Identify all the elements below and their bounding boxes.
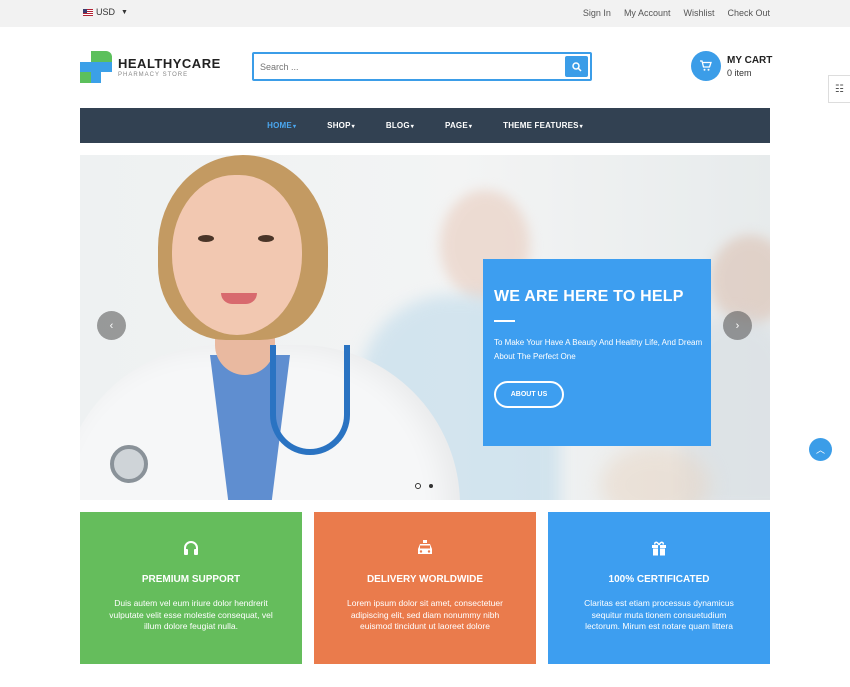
headphones-icon bbox=[184, 541, 198, 555]
search-input[interactable] bbox=[260, 59, 560, 75]
nav-label: SHOP bbox=[327, 121, 351, 130]
check-out-link[interactable]: Check Out bbox=[727, 8, 770, 18]
caret-down-icon: ▾ bbox=[410, 124, 414, 130]
cart-icon bbox=[700, 60, 712, 71]
sliders-icon: ☷ bbox=[835, 83, 844, 95]
chevron-right-icon: › bbox=[735, 319, 740, 332]
nav-item-home[interactable]: HOME▾ bbox=[267, 121, 296, 130]
feature-text: Claritas est etiam processus dynamicus s… bbox=[584, 598, 734, 631]
cart-title[interactable]: MY CART bbox=[727, 55, 772, 66]
logo-tagline: PHARMACY STORE bbox=[118, 71, 189, 78]
main-nav: HOME▾ SHOP▾ BLOG▾ PAGE▾ THEME FEATURES▾ bbox=[80, 108, 770, 143]
taxi-icon bbox=[418, 540, 432, 554]
feature-delivery-worldwide: DELIVERY WORLDWIDE Lorem ipsum dolor sit… bbox=[314, 512, 536, 664]
settings-side-tab[interactable]: ☷ bbox=[828, 75, 850, 103]
caret-down-icon: ▾ bbox=[468, 124, 473, 130]
cart-count: 0 item bbox=[727, 68, 752, 78]
gift-icon bbox=[652, 541, 666, 556]
hero-slider: WE ARE HERE TO HELP To Make Your Have A … bbox=[80, 155, 770, 500]
top-bar: USD ▼ Sign In My Account Wishlist Check … bbox=[0, 0, 850, 27]
logo-name: HEALTHYCARE bbox=[118, 55, 221, 71]
slider-next-button[interactable]: › bbox=[723, 311, 752, 340]
feature-certificated: 100% CERTIFICATED Claritas est etiam pro… bbox=[548, 512, 770, 664]
us-flag-icon bbox=[83, 8, 93, 16]
nav-label: BLOG bbox=[385, 121, 410, 130]
top-links: Sign In My Account Wishlist Check Out bbox=[583, 8, 770, 18]
caret-down-icon: ▼ bbox=[121, 8, 128, 16]
search-button[interactable] bbox=[565, 56, 588, 77]
slider-dots bbox=[415, 483, 433, 489]
nav-item-theme-features[interactable]: THEME FEATURES▾ bbox=[503, 121, 583, 130]
my-account-link[interactable]: My Account bbox=[624, 8, 671, 18]
chevron-left-icon: ‹ bbox=[109, 319, 114, 332]
feature-title: PREMIUM SUPPORT bbox=[141, 574, 241, 585]
hero-text: To Make Your Have A Beauty And Healthy L… bbox=[494, 338, 703, 361]
nav-label: PAGE bbox=[445, 121, 468, 130]
feature-text: Lorem ipsum dolor sit amet, consectetuer… bbox=[347, 598, 503, 631]
feature-premium-support: PREMIUM SUPPORT Duis autem vel eum iriur… bbox=[80, 512, 302, 664]
slider-prev-button[interactable]: ‹ bbox=[97, 311, 126, 340]
hero-caption-box: WE ARE HERE TO HELP To Make Your Have A … bbox=[483, 259, 711, 446]
nav-label: THEME FEATURES bbox=[503, 121, 579, 130]
cross-logo-icon bbox=[80, 51, 112, 83]
nav-item-page[interactable]: PAGE▾ bbox=[445, 121, 472, 130]
search-icon bbox=[571, 61, 582, 72]
caret-down-icon: ▾ bbox=[292, 124, 297, 130]
wishlist-link[interactable]: Wishlist bbox=[683, 8, 714, 18]
search-bar bbox=[252, 52, 592, 81]
feature-text: Duis autem vel eum iriure dolor hendreri… bbox=[109, 598, 273, 631]
feature-title: 100% CERTIFICATED bbox=[608, 574, 710, 585]
feature-title: DELIVERY WORLDWIDE bbox=[366, 574, 484, 585]
about-us-button[interactable]: ABOUT US bbox=[494, 381, 564, 408]
caret-down-icon: ▾ bbox=[579, 124, 583, 130]
site-logo[interactable]: HEALTHYCARE PHARMACY STORE bbox=[80, 51, 221, 83]
currency-selector[interactable]: USD ▼ bbox=[83, 7, 128, 17]
back-to-top-button[interactable]: ︿ bbox=[809, 438, 832, 461]
sign-in-link[interactable]: Sign In bbox=[583, 8, 611, 18]
nav-item-blog[interactable]: BLOG▾ bbox=[386, 121, 414, 130]
chevron-up-icon: ︿ bbox=[815, 445, 825, 455]
hero-title: WE ARE HERE TO HELP bbox=[494, 288, 684, 305]
currency-label: USD bbox=[96, 7, 116, 17]
nav-label: HOME bbox=[267, 121, 292, 130]
slider-dot-1[interactable] bbox=[415, 483, 421, 489]
caret-down-icon: ▾ bbox=[351, 124, 355, 130]
nav-item-shop[interactable]: SHOP▾ bbox=[327, 121, 355, 130]
slider-dot-2[interactable] bbox=[429, 484, 433, 488]
divider bbox=[494, 320, 515, 322]
cart-button[interactable] bbox=[691, 51, 721, 81]
